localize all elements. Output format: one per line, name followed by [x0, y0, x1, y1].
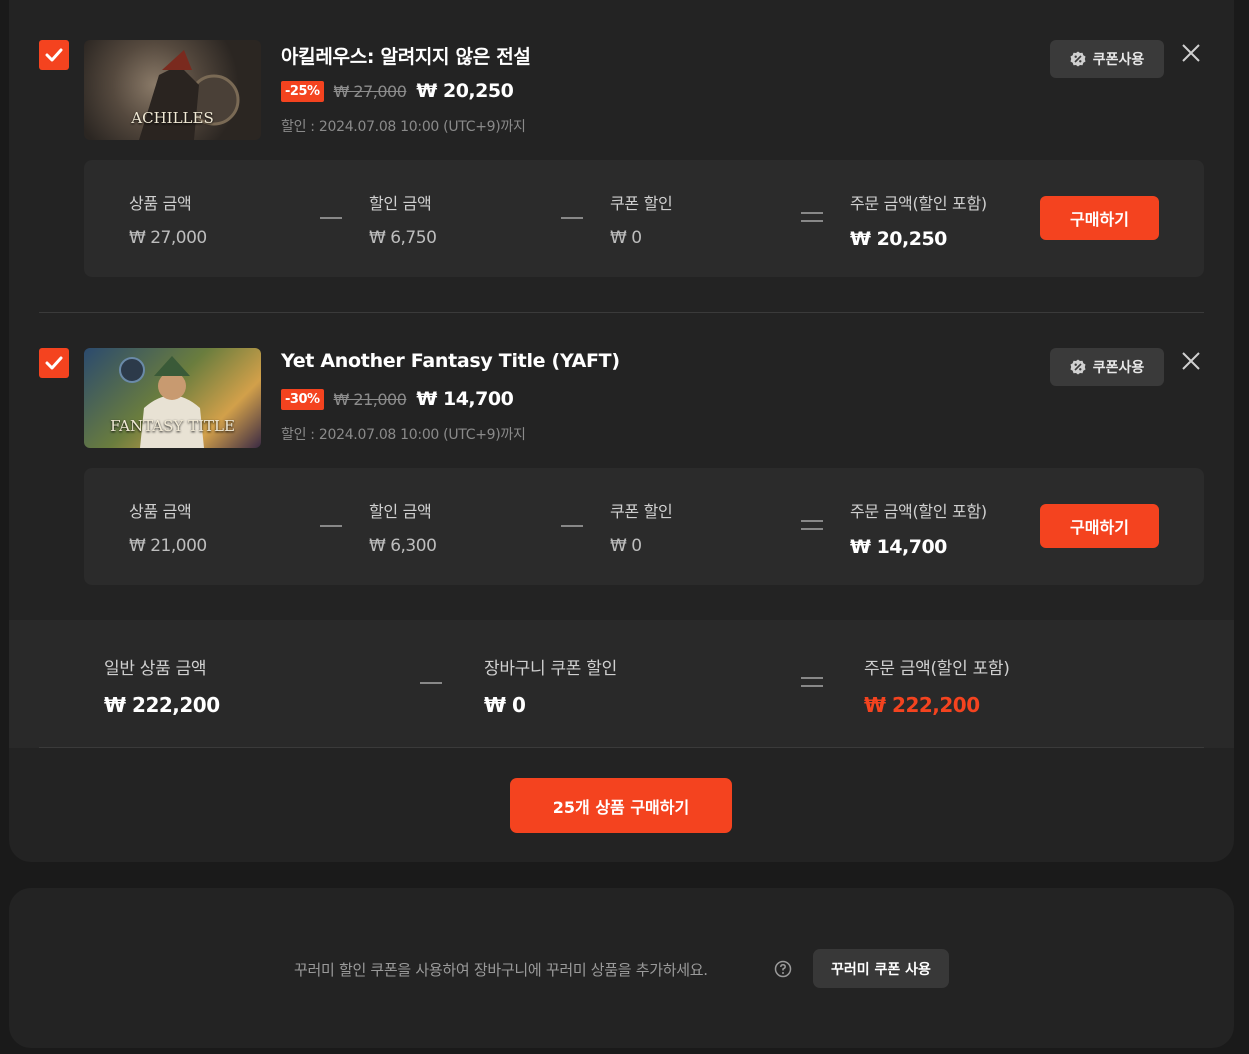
- thumbnail-title: ACHILLES: [131, 109, 214, 127]
- close-icon[interactable]: [1181, 43, 1201, 63]
- price-row: -30% ₩ 21,000 ₩ 14,700: [281, 386, 514, 412]
- thumbnail-title: FANTASY TITLE: [110, 417, 235, 435]
- minus-sign: [561, 525, 583, 527]
- cart-coupon-discount: 장바구니 쿠폰 할인 ₩ 0: [484, 659, 617, 717]
- equals-sign: [801, 212, 823, 222]
- game-title[interactable]: 아킬레우스: 알려지지 않은 전설: [281, 42, 531, 69]
- use-coupon-label: 쿠폰사용: [1092, 360, 1145, 376]
- discount-period: 할인 : 2024.07.08 10:00 (UTC+9)까지: [281, 427, 526, 443]
- order-amount: 주문 금액(할인 포함) ₩ 20,250: [850, 194, 987, 250]
- product-amount: 상품 금액 ₩ 21,000: [129, 502, 207, 556]
- minus-sign: [320, 525, 342, 527]
- check-icon: [45, 356, 63, 370]
- original-price: ₩ 21,000: [333, 389, 407, 409]
- original-price: ₩ 27,000: [333, 81, 407, 101]
- discount-amount: 할인 금액 ₩ 6,750: [369, 194, 437, 248]
- final-price: ₩ 14,700: [416, 388, 514, 410]
- total-order-amount: 주문 금액(할인 포함) ₩ 222,200: [864, 659, 1010, 717]
- order-summary: 일반 상품 금액 ₩ 222,200 장바구니 쿠폰 할인 ₩ 0 주문 금액(…: [9, 620, 1234, 748]
- equals-sign: [801, 520, 823, 530]
- game-title[interactable]: Yet Another Fantasy Title (YAFT): [281, 350, 620, 372]
- game-thumbnail[interactable]: ACHILLES: [84, 40, 261, 140]
- minus-sign: [320, 217, 342, 219]
- game-thumbnail[interactable]: FANTASY TITLE: [84, 348, 261, 448]
- minus-sign: [561, 217, 583, 219]
- close-icon[interactable]: [1181, 351, 1201, 371]
- coupon-icon: [1070, 359, 1086, 375]
- general-amount: 일반 상품 금액 ₩ 222,200: [104, 659, 220, 717]
- discount-amount: 할인 금액 ₩ 6,300: [369, 502, 437, 556]
- cart-panel: ACHILLES 아킬레우스: 알려지지 않은 전설 -25% ₩ 27,000…: [9, 0, 1234, 862]
- buy-button[interactable]: 구매하기: [1040, 504, 1159, 548]
- coupon-discount: 쿠폰 할인 ₩ 0: [610, 502, 673, 556]
- price-breakdown: 상품 금액 ₩ 27,000 할인 금액 ₩ 6,750 쿠폰 할인 ₩ 0 주…: [84, 160, 1204, 277]
- discount-badge: -25%: [281, 80, 324, 102]
- price-row: -25% ₩ 27,000 ₩ 20,250: [281, 78, 514, 104]
- purchase-all-button[interactable]: 25개 상품 구매하기: [510, 778, 732, 833]
- bundle-coupon-button[interactable]: 꾸러미 쿠폰 사용: [813, 949, 949, 988]
- product-amount: 상품 금액 ₩ 27,000: [129, 194, 207, 248]
- price-breakdown: 상품 금액 ₩ 21,000 할인 금액 ₩ 6,300 쿠폰 할인 ₩ 0 주…: [84, 468, 1204, 585]
- use-coupon-button[interactable]: 쿠폰사용: [1050, 40, 1164, 78]
- item-checkbox[interactable]: [39, 40, 69, 70]
- final-price: ₩ 20,250: [416, 80, 514, 102]
- coupon-icon: [1070, 51, 1086, 67]
- order-amount: 주문 금액(할인 포함) ₩ 14,700: [850, 502, 987, 558]
- buy-button[interactable]: 구매하기: [1040, 196, 1159, 240]
- summary-divider: [39, 747, 1204, 748]
- discount-badge: -30%: [281, 388, 324, 410]
- coupon-discount: 쿠폰 할인 ₩ 0: [610, 194, 673, 248]
- item-checkbox[interactable]: [39, 348, 69, 378]
- item-divider: [39, 312, 1204, 313]
- discount-period: 할인 : 2024.07.08 10:00 (UTC+9)까지: [281, 119, 526, 135]
- equals-sign: [801, 677, 823, 687]
- help-icon[interactable]: [774, 960, 792, 978]
- use-coupon-button[interactable]: 쿠폰사용: [1050, 348, 1164, 386]
- minus-sign: [420, 682, 442, 684]
- bundle-coupon-text: 꾸러미 할인 쿠폰을 사용하여 장바구니에 꾸러미 상품을 추가하세요.: [294, 961, 708, 979]
- check-icon: [45, 48, 63, 62]
- bundle-coupon-panel: 꾸러미 할인 쿠폰을 사용하여 장바구니에 꾸러미 상품을 추가하세요. 꾸러미…: [9, 888, 1234, 1048]
- use-coupon-label: 쿠폰사용: [1092, 52, 1145, 68]
